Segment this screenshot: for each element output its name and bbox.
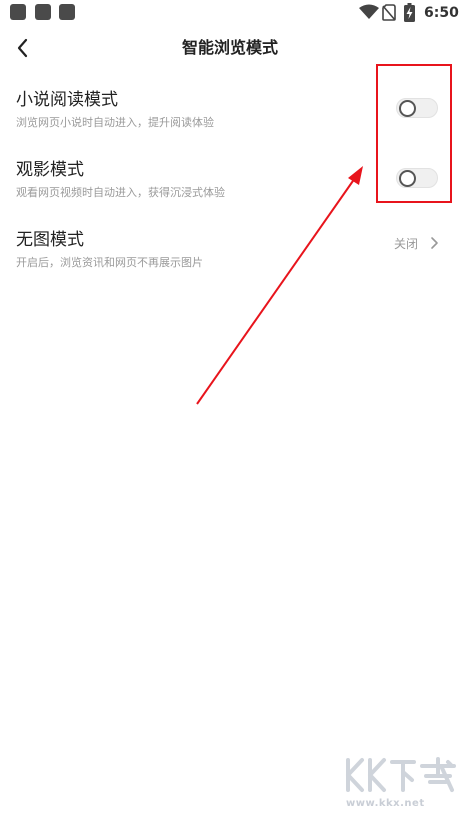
page-title: 智能浏览模式 [181,38,278,57]
setting-title: 无图模式 [16,230,84,250]
setting-description: 开启后，浏览资讯和网页不再展示图片 [16,256,203,269]
setting-row-no-image[interactable]: 无图模式 开启后，浏览资讯和网页不再展示图片 关闭 [0,228,460,292]
setting-description: 浏览网页小说时自动进入，提升阅读体验 [16,116,214,129]
app-square-icon [59,4,75,20]
battery-charging-icon [404,3,415,22]
status-bar: 6:50 [0,0,460,28]
wifi-icon [359,4,379,19]
status-time: 6:50 [424,5,459,21]
chevron-right-icon [431,237,438,249]
kk-logo-icon [346,757,456,792]
setting-title: 小说阅读模式 [16,90,118,110]
watermark-url: www.kkx.net [346,798,425,809]
setting-title: 观影模式 [16,160,84,180]
setting-description: 观看网页视频时自动进入，获得沉浸式体验 [16,186,225,199]
title-bar: 智能浏览模式 [0,30,460,66]
app-square-icon [10,4,26,20]
app-square-icon [35,4,51,20]
settings-screen: 6:50 智能浏览模式 小说阅读模式 浏览网页小说时自动进入，提升阅读体验 观影… [0,0,460,817]
annotation-highlight-box [376,64,452,203]
no-sim-icon [382,4,396,21]
watermark: www.kkx.net [336,754,460,814]
no-image-status: 关闭 [394,237,419,251]
